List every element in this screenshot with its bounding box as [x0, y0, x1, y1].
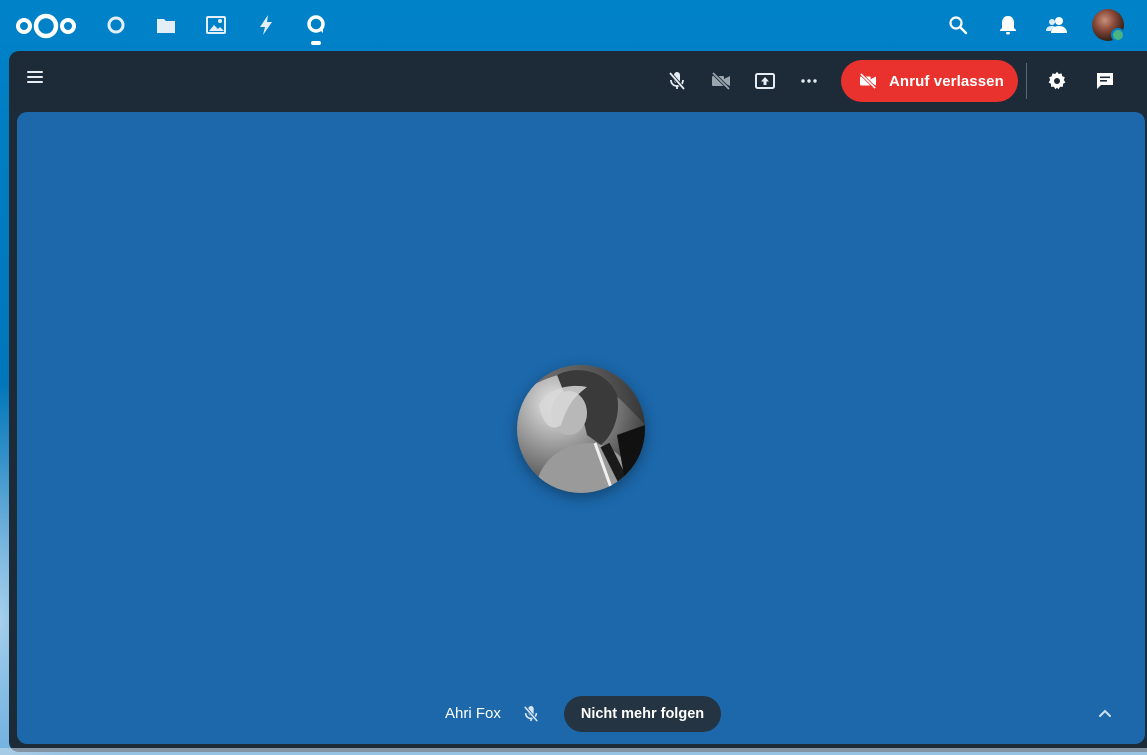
video-off-icon[interactable]	[706, 66, 736, 96]
microphone-off-icon	[520, 703, 542, 725]
unfollow-button[interactable]: Nicht mehr folgen	[564, 696, 721, 732]
folder-icon[interactable]	[154, 13, 178, 37]
talk-icon[interactable]	[304, 13, 328, 37]
image-icon[interactable]	[204, 13, 228, 37]
bottom-edge-strip	[0, 748, 1147, 755]
contacts-icon[interactable]	[1045, 13, 1069, 37]
topbar-divider	[1026, 63, 1027, 99]
bell-icon[interactable]	[996, 13, 1020, 37]
microphone-off-icon[interactable]	[662, 66, 692, 96]
participant-bar: Ahri Fox Nicht mehr folgen	[17, 695, 1145, 733]
leave-call-label: Anruf verlassen	[889, 72, 1004, 90]
user-status-online-indicator	[1111, 28, 1125, 42]
chevron-up-icon[interactable]	[1093, 701, 1117, 725]
active-app-indicator	[311, 41, 321, 45]
hamburger-icon[interactable]	[25, 67, 45, 87]
participant-name: Ahri Fox	[445, 705, 501, 722]
gear-icon[interactable]	[1042, 66, 1072, 96]
top-header	[0, 0, 1147, 50]
lightning-icon[interactable]	[254, 13, 278, 37]
chat-icon[interactable]	[1090, 66, 1120, 96]
call-topbar: Anruf verlassen	[9, 51, 1147, 111]
leave-call-button[interactable]: Anruf verlassen	[841, 60, 1018, 102]
video-stage: Ahri Fox Nicht mehr folgen	[17, 112, 1145, 744]
dashboard-app-icon[interactable]	[104, 13, 128, 37]
search-icon[interactable]	[946, 13, 970, 37]
call-panel: Anruf verlassen Ahri Fox Nicht mehr folg…	[9, 51, 1147, 752]
video-off-icon	[859, 73, 877, 89]
participant-avatar	[517, 365, 645, 493]
screen-share-icon[interactable]	[750, 66, 780, 96]
nextcloud-logo[interactable]	[14, 10, 78, 42]
more-icon[interactable]	[794, 66, 824, 96]
